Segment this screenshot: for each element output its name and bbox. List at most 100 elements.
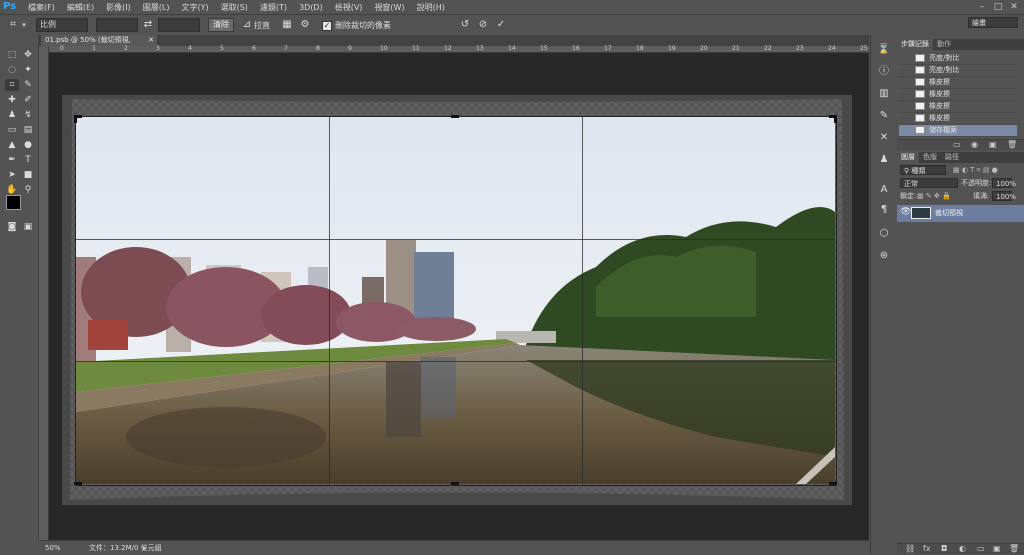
lock-icons[interactable]: ▦ ✎ ✥ 🔒 (917, 191, 951, 201)
crop-frame[interactable] (75, 116, 837, 486)
link-icon[interactable]: ⛓ (905, 544, 915, 554)
menu-3d[interactable]: 3D(D) (293, 3, 329, 12)
crop-handle-bottom[interactable] (451, 482, 459, 485)
minimize-button[interactable]: – (976, 2, 988, 12)
tab-channels[interactable]: 色版 (919, 152, 941, 163)
tab-actions[interactable]: 動作 (933, 39, 955, 50)
chevron-down-icon[interactable]: ▾ (20, 18, 28, 32)
overlay-grid-icon[interactable]: ▦ (280, 18, 294, 32)
history-item[interactable]: 儲存檔案 (899, 125, 1017, 137)
lasso-tool-icon[interactable]: ◌ (5, 64, 19, 76)
histogram-icon[interactable]: ▥ (877, 87, 891, 101)
layer-filter-select[interactable]: ⚲ 種類 (900, 165, 946, 175)
crop-handle-top[interactable] (451, 115, 459, 118)
crop-width-input[interactable] (96, 18, 138, 32)
gradient-icon[interactable]: ▤ (21, 124, 35, 136)
camera-icon[interactable]: ◉ (971, 140, 978, 150)
crop-ratio-select[interactable]: 比例 (36, 18, 88, 32)
commit-checkmark-icon[interactable]: ✓ (494, 18, 508, 32)
delete-cropped-pixels-checkbox[interactable]: ✓ 刪除裁切的像素 (322, 20, 391, 31)
folder-icon[interactable]: ▭ (977, 544, 985, 554)
blend-mode-select[interactable]: 正常 (900, 178, 958, 188)
gear-icon[interactable]: ⚙ (298, 18, 312, 32)
opacity-input[interactable]: 100% (992, 178, 1016, 188)
clone-stamp-icon[interactable]: ♟ (5, 109, 19, 121)
layer-filter-icons[interactable]: ▦ ◐ T ⌗ ▤ ● (953, 165, 998, 175)
menu-filter[interactable]: 濾鏡(T) (254, 2, 293, 13)
crop-height-input[interactable] (158, 18, 200, 32)
type-tool-icon[interactable]: T (21, 154, 35, 166)
history-brush-icon[interactable]: ↯ (21, 109, 35, 121)
magic-wand-icon[interactable]: ✦ (21, 64, 35, 76)
crop-tool-icon[interactable]: ⌗ (5, 79, 19, 91)
tab-layers[interactable]: 圖層 (897, 152, 919, 163)
history-item[interactable]: 亮度/對比 (899, 65, 1017, 77)
mask-icon[interactable]: ◘ (941, 544, 947, 554)
snapshot-icon[interactable]: ▭ (953, 140, 961, 150)
straighten-button[interactable]: 拉直 (254, 20, 270, 31)
zoom-tool-icon[interactable]: ⚲ (21, 184, 35, 196)
layer-row[interactable]: 👁 裁切預視 (897, 205, 1024, 222)
trash-icon[interactable]: 🗑 (1007, 140, 1017, 150)
fill-input[interactable]: 100% (992, 191, 1016, 201)
new-document-icon[interactable]: ▣ (989, 140, 997, 150)
close-window-button[interactable]: ✕ (1008, 2, 1020, 12)
menu-window[interactable]: 視窗(W) (368, 2, 410, 13)
history-item[interactable]: 橡皮擦 (899, 113, 1017, 125)
marquee-tool-icon[interactable]: ⬚ (5, 49, 19, 61)
info-icon[interactable]: ⓘ (877, 65, 891, 79)
blur-tool-icon[interactable]: ▲ (5, 139, 19, 151)
path-selection-icon[interactable]: ➤ (5, 169, 19, 181)
crop-handle-top-right[interactable] (834, 115, 837, 123)
pen-tool-icon[interactable]: ✒ (5, 154, 19, 166)
eye-icon[interactable]: 👁 (900, 207, 911, 217)
paragraph-icon[interactable]: ¶ (877, 203, 891, 217)
menu-view[interactable]: 檢視(V) (329, 2, 369, 13)
swap-dimensions-icon[interactable]: ⇄ (141, 18, 155, 32)
crop-handle-top-left[interactable] (74, 115, 77, 123)
shape-tool-icon[interactable]: ■ (21, 169, 35, 181)
brush-tool-icon[interactable]: ✐ (21, 94, 35, 106)
history-item[interactable]: 橡皮擦 (899, 101, 1017, 113)
tab-paths[interactable]: 路徑 (941, 152, 963, 163)
tool-presets-icon[interactable]: ✕ (877, 131, 891, 145)
screen-mode-icon[interactable]: ▣ (21, 221, 35, 233)
fx-icon[interactable]: fx (923, 544, 931, 554)
3d-icon[interactable]: ⬡ (877, 227, 891, 241)
clone-source-icon[interactable]: ♟ (877, 153, 891, 167)
menu-help[interactable]: 說明(H) (411, 2, 451, 13)
cancel-icon[interactable]: ⊘ (476, 18, 490, 32)
clear-button[interactable]: 清除 (208, 18, 234, 32)
maximize-button[interactable]: □ (992, 2, 1004, 12)
layer-name[interactable]: 裁切預視 (935, 205, 963, 222)
character-icon[interactable]: A (877, 183, 891, 197)
menu-type[interactable]: 文字(Y) (175, 2, 214, 13)
history-item[interactable]: 橡皮擦 (899, 89, 1017, 101)
eraser-icon[interactable]: ▭ (5, 124, 19, 136)
history-panel-icon[interactable]: ⌛ (877, 43, 891, 57)
brush-presets-icon[interactable]: ✎ (877, 109, 891, 123)
menu-file[interactable]: 檔案(F) (22, 2, 61, 13)
crop-handle-bottom-right[interactable] (829, 482, 837, 485)
menu-select[interactable]: 選取(S) (215, 2, 254, 13)
close-tab-icon[interactable]: ✕ (148, 35, 154, 46)
healing-brush-icon[interactable]: ✚ (5, 94, 19, 106)
history-item[interactable]: 橡皮擦 (899, 77, 1017, 89)
quick-mask-icon[interactable]: ◙ (5, 221, 19, 233)
eyedropper-icon[interactable]: ✎ (21, 79, 35, 91)
straighten-icon[interactable]: ⊿ (242, 18, 252, 32)
menu-layer[interactable]: 圖層(L) (137, 2, 176, 13)
trash-icon[interactable]: 🗑 (1009, 544, 1019, 554)
history-item[interactable]: 亮度/對比 (899, 53, 1017, 65)
tab-history[interactable]: 步驟記錄 (897, 39, 933, 50)
reset-icon[interactable]: ↺ (458, 18, 472, 32)
crop-handle-bottom-left[interactable] (74, 482, 82, 485)
new-layer-icon[interactable]: ▣ (993, 544, 1001, 554)
workspace-select[interactable]: 繪畫 (968, 17, 1018, 28)
dodge-tool-icon[interactable]: ● (21, 139, 35, 151)
document-tab[interactable]: 01.psb @ 50% (裁切預視, RGB/8*) ✕ (41, 35, 157, 55)
adjustment-icon[interactable]: ◐ (959, 544, 966, 554)
menu-edit[interactable]: 編輯(E) (61, 2, 100, 13)
move-tool-icon[interactable]: ✥ (21, 49, 35, 61)
crop-tool-preset-icon[interactable]: ⌗ (6, 18, 20, 32)
